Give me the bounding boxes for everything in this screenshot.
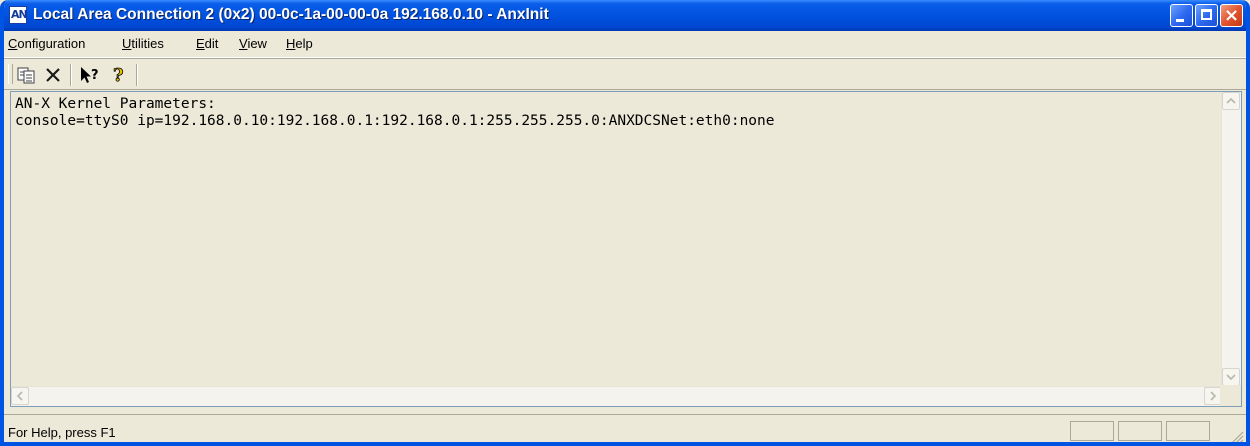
scroll-down-button[interactable] — [1222, 368, 1240, 386]
output-line: console=ttyS0 ip=192.168.0.10:192.168.0.… — [15, 113, 775, 129]
scroll-left-button[interactable] — [11, 387, 29, 405]
menu-edit[interactable]: Edit — [196, 36, 218, 52]
menu-view-label: iew — [247, 36, 267, 51]
resize-grip-icon[interactable] — [1230, 430, 1244, 444]
scroll-up-icon — [1226, 97, 1236, 104]
about-icon: ? — [113, 65, 124, 87]
window-title: Local Area Connection 2 (0x2) 00-0c-1a-0… — [33, 6, 549, 23]
svg-text:?: ? — [113, 65, 124, 86]
toolbar-grip[interactable] — [8, 64, 13, 84]
scroll-right-icon — [1210, 391, 1217, 401]
toolbar-separator-end — [136, 64, 138, 86]
menu-configuration[interactable]: Configuration — [8, 36, 85, 52]
toolbar: ? ? — [4, 58, 1246, 90]
scroll-up-button[interactable] — [1222, 92, 1240, 110]
context-help-button[interactable]: ? — [78, 64, 102, 86]
maximize-button[interactable] — [1195, 4, 1218, 27]
horizontal-scrollbar[interactable] — [11, 386, 1222, 406]
vertical-scrollbar[interactable] — [1221, 92, 1241, 386]
delete-button[interactable] — [42, 64, 66, 86]
menu-edit-label: dit — [204, 36, 219, 51]
menu-edit-mnemonic: E — [196, 36, 205, 51]
status-pane — [1166, 421, 1210, 441]
status-pane — [1070, 421, 1114, 441]
output-text: AN-X Kernel Parameters: console=ttyS0 ip=… — [15, 96, 775, 130]
scroll-down-icon — [1226, 374, 1236, 381]
copy-button[interactable] — [15, 64, 39, 86]
delete-icon — [46, 68, 60, 82]
minimize-icon — [1176, 19, 1184, 22]
scroll-left-icon — [16, 391, 23, 401]
menu-bar: Configuration Utilities Edit View Help — [4, 31, 1246, 58]
output-line: AN-X Kernel Parameters: — [15, 96, 216, 112]
close-button[interactable]: × — [1220, 4, 1243, 27]
menu-help[interactable]: Help — [286, 36, 313, 52]
menu-help-label: elp — [295, 36, 313, 51]
status-bar: For Help, press F1 — [4, 414, 1246, 444]
menu-help-mnemonic: H — [286, 36, 296, 51]
copy-icon — [17, 67, 35, 84]
toolbar-separator — [70, 64, 72, 86]
status-pane — [1118, 421, 1162, 441]
menu-configuration-label: onfiguration — [17, 36, 86, 51]
menu-utilities[interactable]: Utilities — [122, 36, 164, 52]
app-icon[interactable]: AN — [9, 6, 28, 24]
status-text: For Help, press F1 — [8, 425, 116, 440]
menu-view[interactable]: View — [239, 36, 267, 52]
app-icon-label: AN — [11, 8, 28, 21]
menu-utilities-label: tilities — [131, 36, 164, 51]
close-icon: × — [1223, 5, 1240, 26]
output-text-area[interactable]: AN-X Kernel Parameters: console=ttyS0 ip=… — [10, 91, 1242, 407]
menu-utilities-mnemonic: U — [122, 36, 132, 51]
main-window: AN Local Area Connection 2 (0x2) 00-0c-1… — [0, 0, 1250, 446]
about-button[interactable]: ? — [108, 64, 132, 87]
minimize-button[interactable] — [1170, 4, 1193, 27]
scrollbar-corner — [1220, 385, 1241, 406]
maximize-icon — [1201, 9, 1212, 20]
title-bar[interactable]: AN Local Area Connection 2 (0x2) 00-0c-1… — [4, 0, 1246, 31]
svg-text:?: ? — [91, 68, 99, 83]
menu-configuration-mnemonic: C — [8, 36, 18, 51]
context-help-icon: ? — [81, 67, 99, 83]
